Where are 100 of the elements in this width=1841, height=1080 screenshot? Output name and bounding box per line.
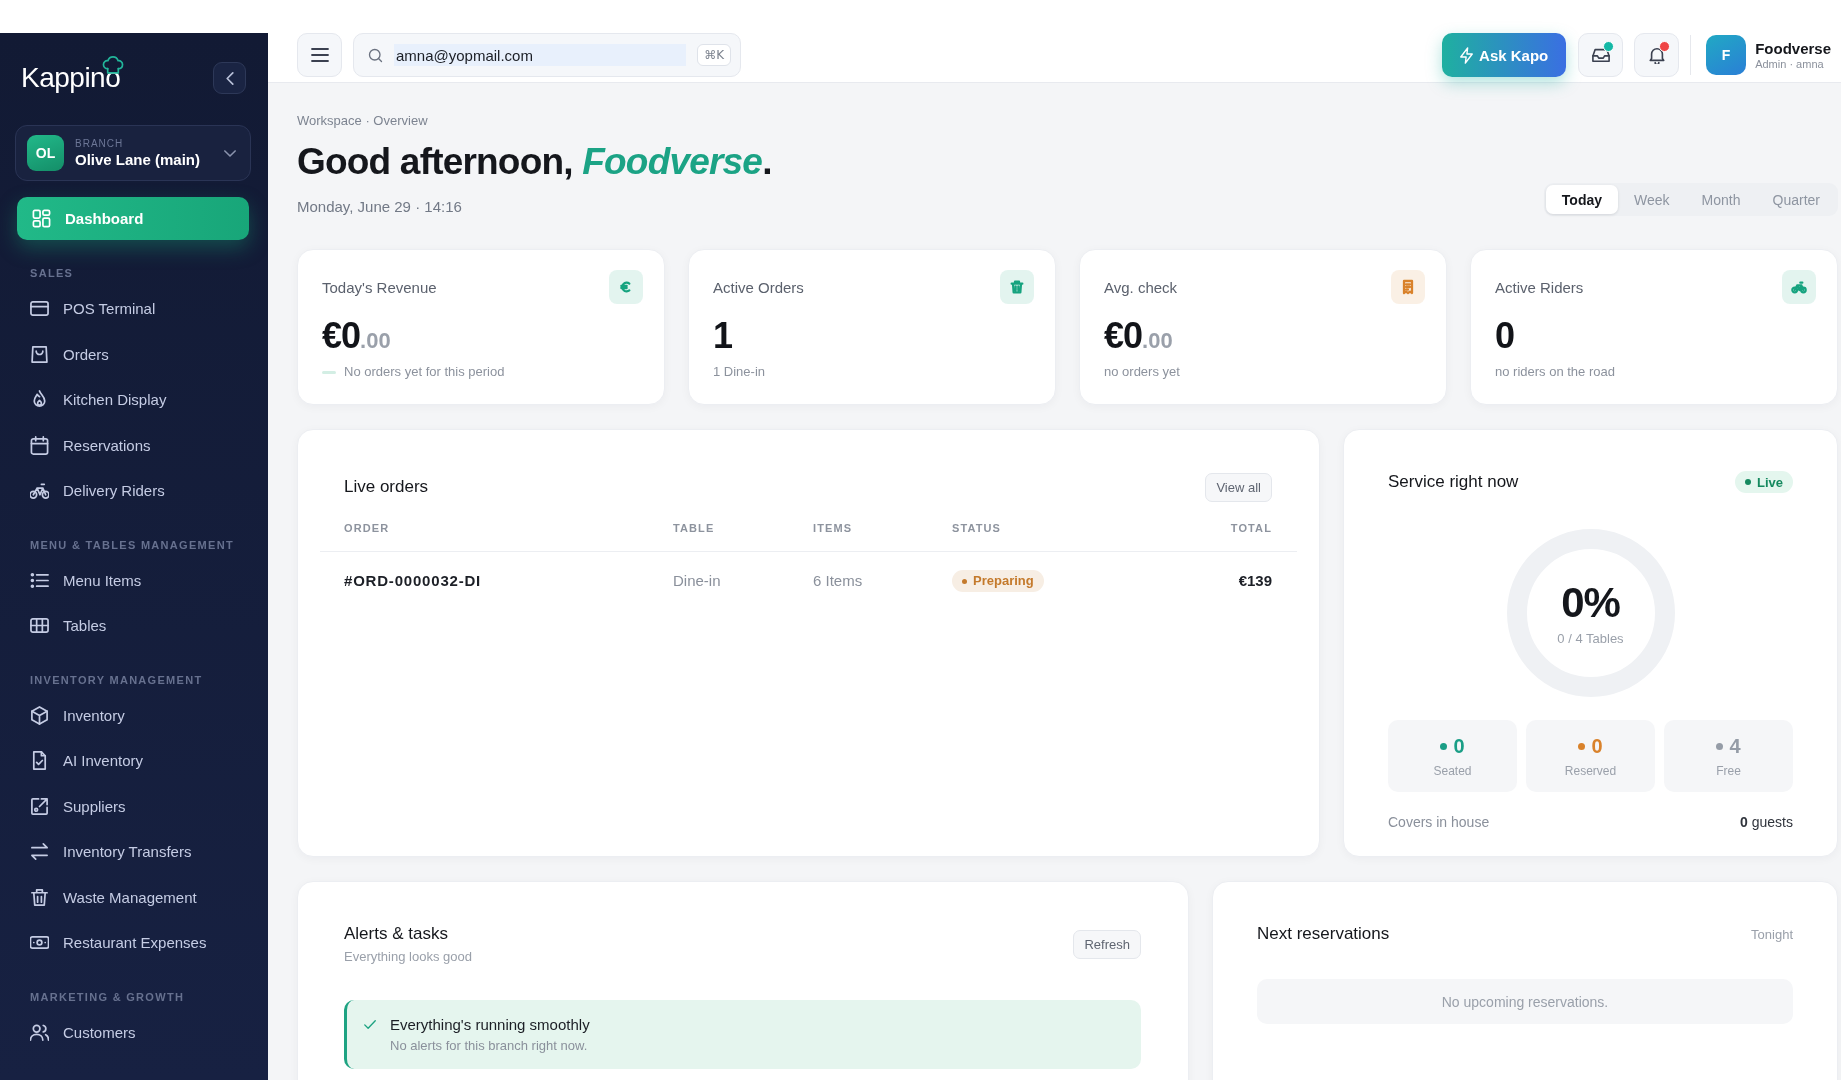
column-header: STATUS	[951, 521, 1002, 536]
file-check-icon	[30, 751, 49, 771]
stat-value: €0.00	[322, 316, 391, 356]
card-title: Live orders	[344, 476, 429, 498]
tile-label: Free	[1716, 764, 1741, 779]
nav-item[interactable]: Waste Management	[17, 874, 249, 920]
euro-icon	[609, 270, 643, 304]
section-label: SALES	[30, 267, 74, 280]
bag-icon	[30, 344, 49, 364]
alert-text: No alerts for this branch right now.	[390, 1038, 588, 1054]
alert-title: Everything's running smoothly	[390, 1015, 590, 1034]
trash-icon	[1000, 270, 1034, 304]
grid-icon	[32, 209, 51, 228]
tile-value: 0	[1453, 734, 1465, 758]
calendar-icon	[30, 435, 49, 455]
column-header: TOTAL	[1229, 521, 1273, 536]
card-title: Next reservations	[1257, 923, 1390, 945]
covers-value: 0 guests	[1740, 813, 1793, 831]
nav-item[interactable]: Menu Items	[17, 557, 249, 603]
live-dot-icon	[1745, 479, 1751, 485]
user-name: Foodverse	[1755, 39, 1831, 58]
column-header: TABLE	[672, 521, 716, 536]
nav-item[interactable]: Inventory	[17, 692, 249, 738]
table-cell-text: €139	[1237, 571, 1273, 591]
greeting-heading: Good afternoon, Foodverse.	[297, 140, 772, 184]
card-title: Alerts & tasks	[344, 923, 448, 945]
collapse-button[interactable]	[213, 62, 246, 94]
check-icon	[364, 1020, 376, 1029]
stat-label: Active Orders	[713, 278, 804, 296]
card-subtitle: Everything looks good	[344, 949, 472, 965]
nav-item[interactable]: Inventory Transfers	[17, 829, 249, 875]
nav-item[interactable]: Reservations	[17, 422, 249, 468]
tile-value: 4	[1729, 734, 1741, 758]
inbox-icon	[1591, 46, 1610, 64]
chevron-down-icon	[224, 149, 236, 157]
bolt-icon	[1460, 46, 1474, 64]
section-label: INVENTORY MANAGEMENT	[30, 673, 203, 687]
empty-state-message: No upcoming reservations.	[1257, 979, 1793, 1024]
nav-item[interactable]: POS Terminal	[17, 286, 249, 332]
chevron-left-icon	[225, 71, 234, 85]
nav-item[interactable]: Orders	[17, 331, 249, 377]
external-link-icon	[30, 796, 49, 816]
menu-icon	[310, 46, 329, 64]
user-role: Admin · amna	[1755, 57, 1825, 71]
nav-item[interactable]: Delivery Riders	[17, 468, 249, 514]
section-label: MARKETING & GROWTH	[30, 990, 185, 1004]
refresh-button[interactable]: Refresh	[1073, 929, 1141, 959]
section-label: MENU & TABLES MANAGEMENT	[30, 538, 234, 552]
swap-arrows-icon	[30, 842, 49, 862]
nav-item[interactable]: Kitchen Display	[17, 377, 249, 423]
percent-value: 0%	[1561, 579, 1620, 626]
live-text: Live	[1757, 474, 1783, 490]
period-label: Tonight	[1751, 926, 1793, 942]
stat-note: 1 Dine-in	[713, 364, 766, 380]
stat-value: 1	[713, 316, 733, 356]
users-icon	[30, 1022, 49, 1042]
branch-selector[interactable]: OL BRANCH Olive Lane (main)	[15, 125, 251, 181]
menu-button[interactable]	[297, 33, 342, 77]
nav-item[interactable]: Suppliers	[17, 783, 249, 829]
cube-icon	[30, 705, 49, 725]
branch-name: Olive Lane (main)	[75, 149, 201, 169]
notifications-button[interactable]	[1634, 33, 1680, 77]
nav-item[interactable]: Tables	[17, 603, 249, 649]
breadcrumb: Workspace · Overview	[297, 113, 428, 129]
search-field[interactable]: amna@yopmail.com ⌘K	[353, 33, 741, 77]
nav-item[interactable]: Customers	[17, 1009, 249, 1055]
status-text: Preparing	[973, 572, 1034, 590]
assistant-button[interactable]: Ask Kapo	[1442, 33, 1567, 77]
inbox-button[interactable]	[1578, 33, 1624, 77]
view-all-button[interactable]: View all	[1205, 472, 1272, 502]
receipt-icon	[1391, 270, 1425, 304]
search-icon	[368, 47, 383, 63]
stat-note: no orders yet	[1104, 364, 1180, 380]
bicycle-icon	[30, 481, 49, 501]
bicycle-icon	[1782, 270, 1816, 304]
stat-value: €0.00	[1104, 316, 1173, 356]
branch-caption: BRANCH	[75, 137, 124, 150]
stat-value: 0	[1495, 316, 1515, 356]
table-cell-text: 6 Items	[812, 571, 864, 591]
branch-avatar: OL	[27, 135, 64, 171]
stat-label: Avg. check	[1104, 278, 1178, 296]
stat-label: Active Riders	[1495, 278, 1584, 296]
nav-item[interactable]: AI Inventory	[17, 738, 249, 784]
user-avatar: F	[1706, 35, 1747, 75]
period-tab[interactable]: Today	[1545, 185, 1619, 214]
tile-label: Seated	[1433, 764, 1472, 779]
tile-value: 0	[1591, 734, 1603, 758]
column-header: ORDER	[343, 521, 391, 536]
table-cell-text: #ORD-0000032-DI	[343, 571, 483, 591]
list-icon	[30, 570, 49, 590]
stat-label: Today's Revenue	[322, 278, 437, 296]
tables-caption: 0 / 4 Tables	[1557, 630, 1624, 647]
nav-item[interactable]: Restaurant Expenses	[17, 920, 249, 966]
table-icon	[30, 616, 49, 636]
column-header: ITEMS	[812, 521, 854, 536]
trash-icon	[30, 887, 49, 907]
brand-logo: Kappino	[21, 56, 125, 94]
tile-label: Reserved	[1564, 764, 1617, 779]
shortcut-hint: ⌘K	[697, 44, 731, 66]
stat-note: No orders yet for this period	[344, 364, 505, 380]
